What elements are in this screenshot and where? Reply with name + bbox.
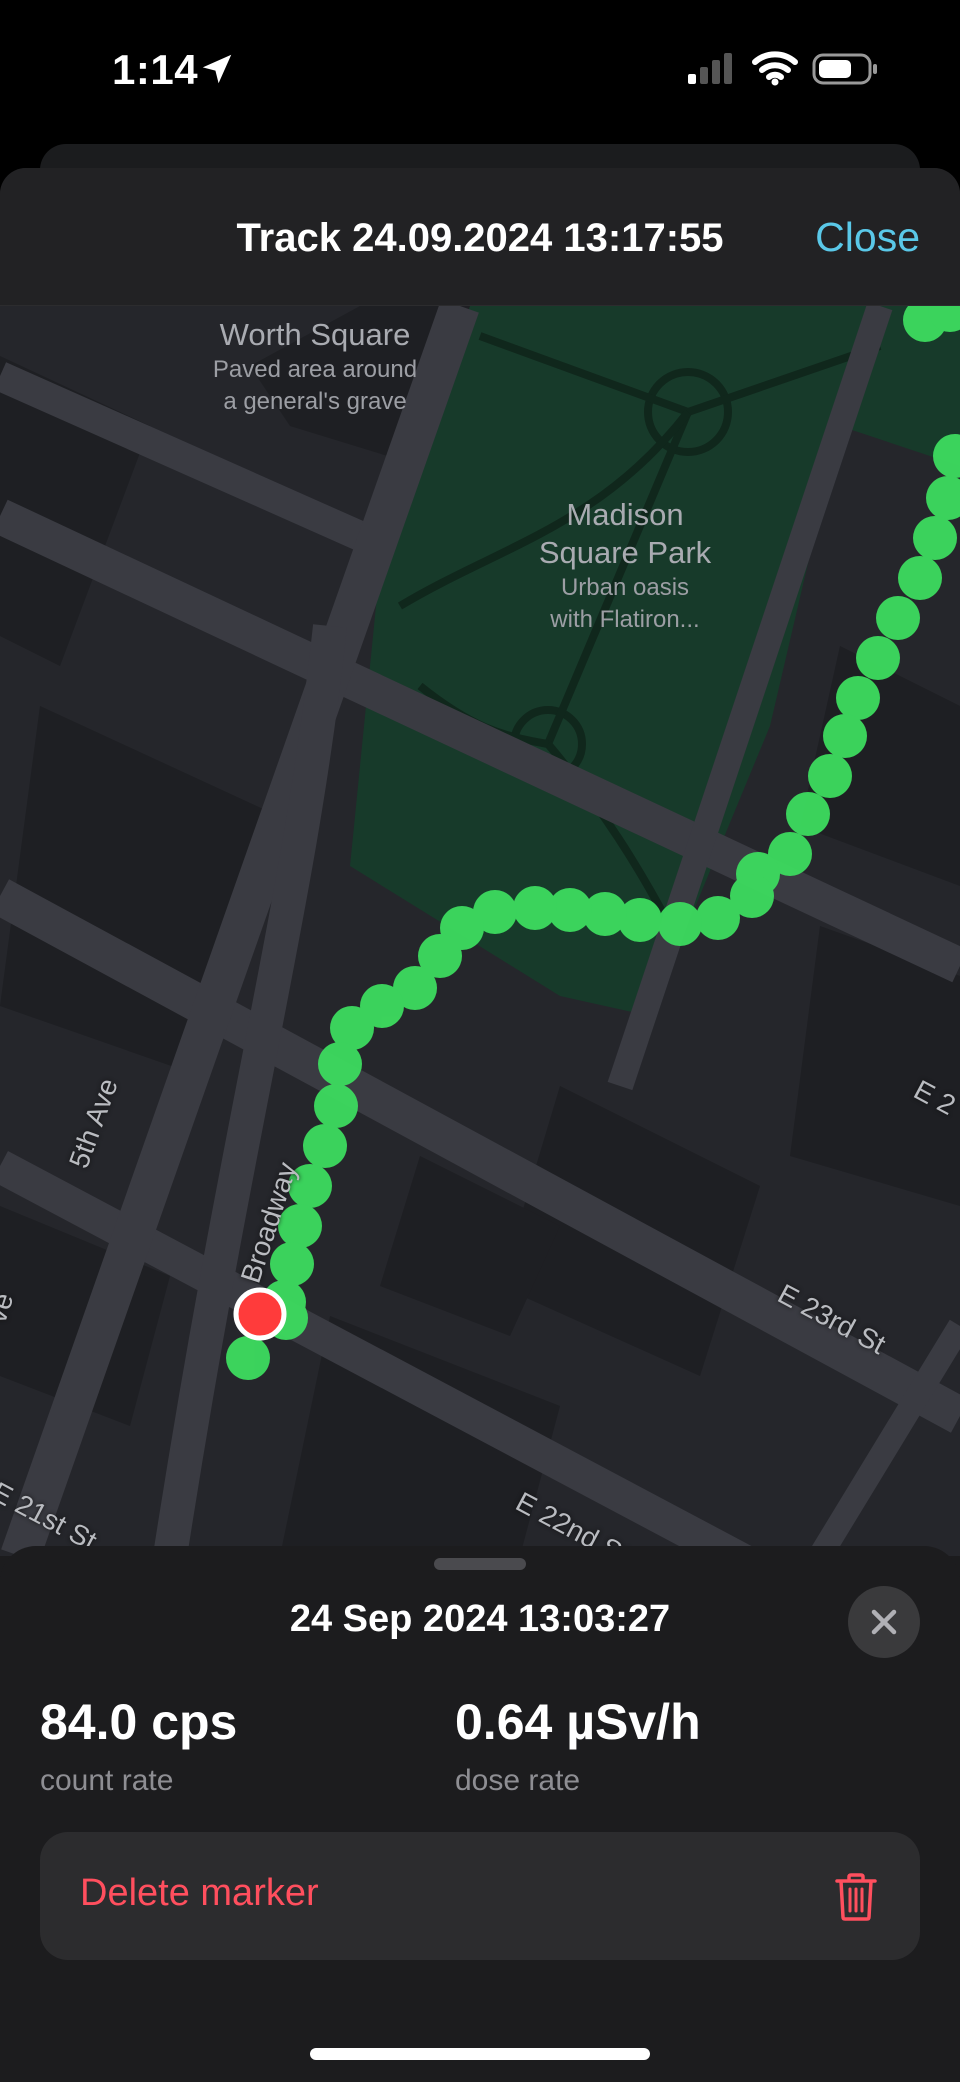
sheet-grabber[interactable] bbox=[434, 1558, 526, 1570]
poi-subtitle: with Flatiron... bbox=[550, 606, 700, 633]
poi-madison-square-park[interactable]: Madison Square Park Urban oasis with Fla… bbox=[505, 496, 745, 636]
count-rate-value: 84.0 cps bbox=[40, 1694, 238, 1750]
close-icon bbox=[871, 1609, 897, 1635]
poi-subtitle: Paved area around bbox=[212, 356, 418, 383]
selected-marker bbox=[233, 1287, 287, 1341]
marker-detail-panel: 24 Sep 2024 13:03:27 84.0 cps count rate… bbox=[0, 1546, 960, 2082]
dose-rate-label: dose rate bbox=[455, 1764, 581, 1797]
status-bar: 1:14 bbox=[0, 0, 960, 140]
dose-rate-value: 0.64 µSv/h bbox=[455, 1694, 701, 1750]
nav-header: Track 24.09.2024 13:17:55 Close bbox=[0, 168, 960, 306]
location-arrow-icon bbox=[202, 54, 232, 84]
close-button[interactable]: Close bbox=[815, 214, 920, 261]
poi-subtitle: a general's grave bbox=[223, 388, 407, 415]
poi-worth-square[interactable]: Worth Square Paved area around a general… bbox=[190, 316, 440, 418]
poi-title: Worth Square bbox=[219, 317, 411, 352]
poi-subtitle: Urban oasis bbox=[560, 574, 690, 601]
dose-rate-metric: 0.64 µSv/h dose rate bbox=[455, 1692, 701, 1798]
map-canvas bbox=[0, 306, 960, 1556]
count-rate-metric: 84.0 cps count rate bbox=[40, 1692, 237, 1798]
dismiss-button[interactable] bbox=[848, 1586, 920, 1658]
delete-marker-button[interactable]: Delete marker bbox=[40, 1832, 920, 1960]
wifi-icon bbox=[752, 51, 798, 86]
cellular-signal-icon bbox=[688, 53, 732, 84]
status-time: 1:14 bbox=[112, 46, 199, 93]
map-view[interactable]: Worth Square Paved area around a general… bbox=[0, 306, 960, 1571]
marker-timestamp: 24 Sep 2024 13:03:27 bbox=[289, 1598, 671, 1640]
trash-icon bbox=[835, 1873, 877, 1921]
home-indicator bbox=[310, 2048, 650, 2060]
battery-icon bbox=[812, 53, 877, 85]
count-rate-label: count rate bbox=[40, 1764, 174, 1797]
poi-title: Madison bbox=[566, 497, 684, 532]
poi-title: Square Park bbox=[538, 535, 712, 570]
delete-marker-label: Delete marker bbox=[80, 1872, 319, 1914]
